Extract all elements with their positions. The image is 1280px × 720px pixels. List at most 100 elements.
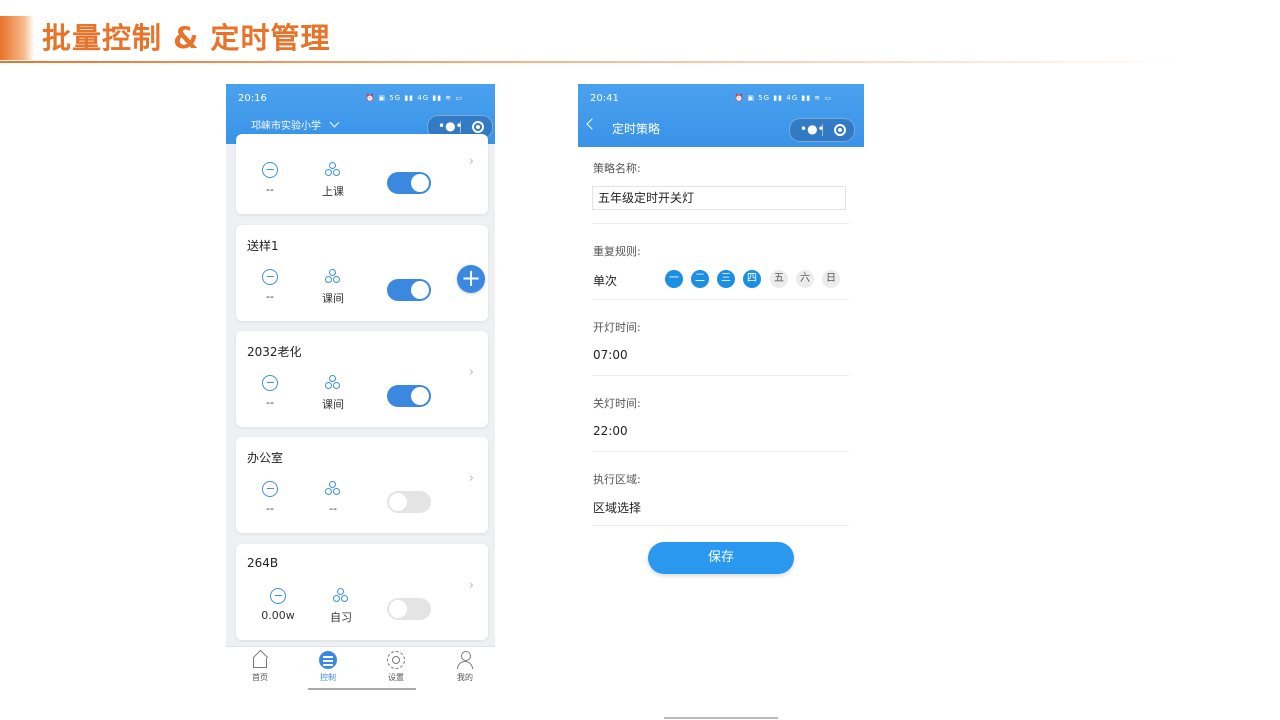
status-icons: ⏰ ▣ 5G ▮▮ 4G ▮▮ ≋ ▭ [365,94,463,102]
scene-metric: 课间 [303,269,363,306]
power-icon [262,481,278,497]
repeat-rule-label: 重复规则: [593,245,641,258]
scene-icon [332,588,350,604]
power-value: -- [266,183,274,196]
device-name: 2032老化 [247,345,302,359]
school-name: 邛崃市实验小学 [251,121,321,132]
chevron-right-icon: › [468,471,474,486]
user-icon [456,651,474,669]
scene-icon [324,375,342,391]
title-accent-bar [0,16,34,60]
scene-value: 上课 [322,185,344,198]
power-toggle[interactable] [387,172,431,194]
day-fri[interactable]: 五 [770,270,788,288]
tab-control[interactable]: 控制 [298,651,358,683]
day-thu[interactable]: 四 [743,270,761,288]
device-card[interactable]: 送样1 -- 课间 [236,225,488,321]
add-device-button[interactable]: + [457,265,485,293]
on-time-value[interactable]: 07:00 [593,348,628,362]
area-label: 执行区域: [593,473,641,486]
tab-label: 控制 [320,673,336,682]
off-time-value[interactable]: 22:00 [593,424,628,438]
power-toggle[interactable] [387,598,431,620]
status-time: 20:41 [590,93,619,104]
school-selector[interactable]: 邛崃市实验小学 [251,117,340,132]
area-select[interactable]: 区域选择 [593,499,641,516]
day-sat[interactable]: 六 [796,270,814,288]
scene-metric: -- [303,481,363,515]
device-name: 送样1 [247,239,279,253]
timer-strategy-screen: 20:41 ⏰ ▣ 5G ▮▮ 4G ▮▮ ≋ ▭ 定时策略 •●• 策略名称:… [578,84,864,590]
active-tab-indicator [308,688,416,690]
power-toggle[interactable] [387,279,431,301]
home-icon [251,651,269,669]
scene-metric: 课间 [303,375,363,412]
power-value: -- [266,396,274,409]
power-icon [262,269,278,285]
power-metric: -- [240,269,300,303]
control-icon [319,651,337,669]
slide-title: 批量控制 & 定时管理 [42,21,331,55]
day-sun[interactable]: 日 [822,270,840,288]
home-indicator [664,717,778,719]
power-icon [262,375,278,391]
power-toggle[interactable] [387,385,431,407]
scene-metric: 上课 [303,162,363,199]
title-divider [0,61,1180,63]
day-mon[interactable]: 一 [665,270,683,288]
tab-label: 我的 [457,673,473,682]
scene-value: 课间 [322,292,344,305]
power-value: 0.00w [261,609,295,622]
off-time-label: 关灯时间: [593,397,641,410]
tab-label: 设置 [388,673,404,682]
chevron-down-icon [329,117,340,128]
device-card[interactable]: › -- 上课 [236,134,488,214]
app-header: 20:41 ⏰ ▣ 5G ▮▮ 4G ▮▮ ≋ ▭ 定时策略 •●• [578,84,864,147]
batch-control-screen: 20:16 ⏰ ▣ 5G ▮▮ 4G ▮▮ ≋ ▭ 邛崃市实验小学 •●• › … [226,84,495,690]
power-toggle[interactable] [387,491,431,513]
device-card[interactable]: 264B › 0.00w 自习 [236,544,488,640]
scene-value: 课间 [322,398,344,411]
more-icon[interactable]: •●• [800,121,825,137]
miniprogram-capsule[interactable]: •●• [789,118,855,142]
device-card[interactable]: 办公室 › -- -- [236,437,488,533]
tab-home[interactable]: 首页 [230,651,290,683]
status-icons: ⏰ ▣ 5G ▮▮ 4G ▮▮ ≋ ▭ [734,94,832,102]
page-title: 定时策略 [612,122,661,136]
scene-value: 自习 [330,611,352,624]
day-wed[interactable]: 三 [717,270,735,288]
more-icon[interactable]: •●• [438,118,463,134]
strategy-name-input[interactable]: 五年级定时开关灯 [592,186,846,210]
save-button[interactable]: 保存 [648,542,794,574]
device-card[interactable]: 2032老化 › -- 课间 [236,331,488,427]
power-metric: -- [240,162,300,196]
device-name: 264B [247,556,279,570]
chevron-right-icon: › [468,365,474,380]
tab-label: 首页 [252,673,268,682]
scene-metric: 自习 [311,588,371,625]
chevron-right-icon: › [468,578,474,593]
scene-icon [324,481,342,497]
tab-profile[interactable]: 我的 [435,651,495,683]
day-tue[interactable]: 二 [691,270,709,288]
strategy-name-label: 策略名称: [593,162,641,175]
power-metric: -- [240,375,300,409]
bottom-tab-bar: 首页 控制 设置 我的 [226,646,495,690]
power-value: -- [266,290,274,303]
power-metric: -- [240,481,300,515]
power-metric: 0.00w [248,588,308,622]
close-target-icon[interactable] [472,121,484,133]
chevron-right-icon: › [468,154,474,169]
device-name: 办公室 [247,451,284,465]
tab-settings[interactable]: 设置 [366,651,426,683]
power-icon [270,588,286,604]
back-arrow-icon[interactable] [586,118,598,130]
on-time-label: 开灯时间: [593,321,641,334]
repeat-mode[interactable]: 单次 [593,272,617,289]
gear-icon [387,651,405,669]
power-icon [262,162,278,178]
scene-value: -- [329,502,337,515]
close-target-icon[interactable] [834,124,846,136]
power-value: -- [266,502,274,515]
scene-icon [324,162,342,178]
